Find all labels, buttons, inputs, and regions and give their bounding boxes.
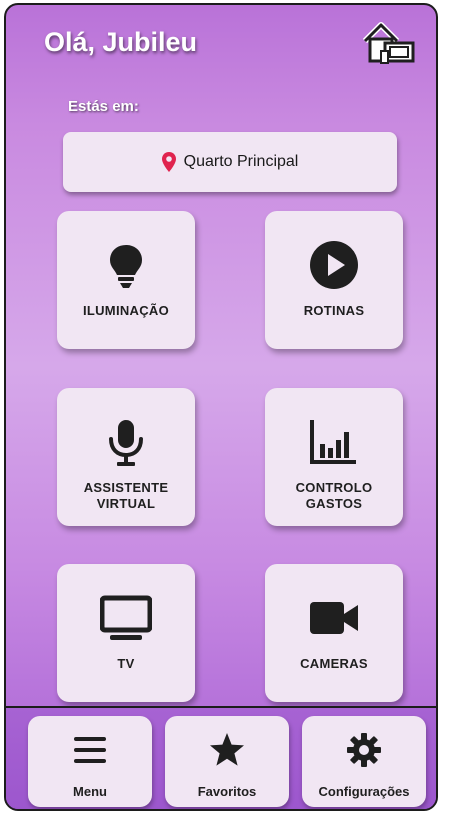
play-circle-icon bbox=[310, 241, 358, 289]
tv-icon bbox=[100, 595, 152, 640]
tile-controlo-gastos[interactable]: CONTROLO GASTOS bbox=[265, 388, 403, 526]
nav-menu-button[interactable]: Menu bbox=[28, 716, 152, 807]
video-camera-icon bbox=[310, 602, 358, 634]
lightbulb-icon bbox=[110, 245, 142, 288]
nav-label: Configurações bbox=[318, 784, 410, 799]
nav-label: Favoritos bbox=[197, 784, 257, 799]
phone-frame: Olá, Jubileu Estás em: Quarto Principal … bbox=[4, 3, 438, 811]
star-icon bbox=[210, 733, 244, 766]
location-label: Estás em: bbox=[68, 98, 139, 115]
tile-label: ILUMINAÇÃO bbox=[82, 303, 170, 318]
home-devices-icon bbox=[362, 22, 415, 64]
microphone-icon bbox=[109, 420, 143, 466]
location-value: Quarto Principal bbox=[183, 153, 299, 170]
tile-assistente-virtual[interactable]: ASSISTENTE VIRTUAL bbox=[57, 388, 195, 526]
tile-iluminacao[interactable]: ILUMINAÇÃO bbox=[57, 211, 195, 349]
home-button[interactable] bbox=[361, 19, 419, 69]
nav-configuracoes-button[interactable]: Configurações bbox=[302, 716, 426, 807]
tile-label: ASSISTENTE VIRTUAL bbox=[83, 480, 169, 511]
nav-label: Menu bbox=[73, 784, 107, 799]
tile-label: ROTINAS bbox=[303, 303, 365, 318]
map-pin-icon bbox=[161, 152, 176, 172]
tile-label: CONTROLO GASTOS bbox=[295, 480, 373, 511]
bar-chart-icon bbox=[310, 420, 356, 464]
tile-tv[interactable]: TV bbox=[57, 564, 195, 702]
tile-rotinas[interactable]: ROTINAS bbox=[265, 211, 403, 349]
tile-label: CAMERAS bbox=[300, 656, 368, 671]
location-selector[interactable]: Quarto Principal bbox=[63, 132, 397, 192]
gear-icon bbox=[347, 733, 381, 767]
greeting-title: Olá, Jubileu bbox=[44, 27, 198, 57]
tile-cameras[interactable]: CAMERAS bbox=[265, 564, 403, 702]
tile-label: TV bbox=[117, 656, 135, 671]
nav-favoritos-button[interactable]: Favoritos bbox=[165, 716, 289, 807]
hamburger-menu-icon bbox=[74, 737, 106, 763]
bottom-navigation: Menu Favoritos Configurações bbox=[6, 706, 436, 809]
